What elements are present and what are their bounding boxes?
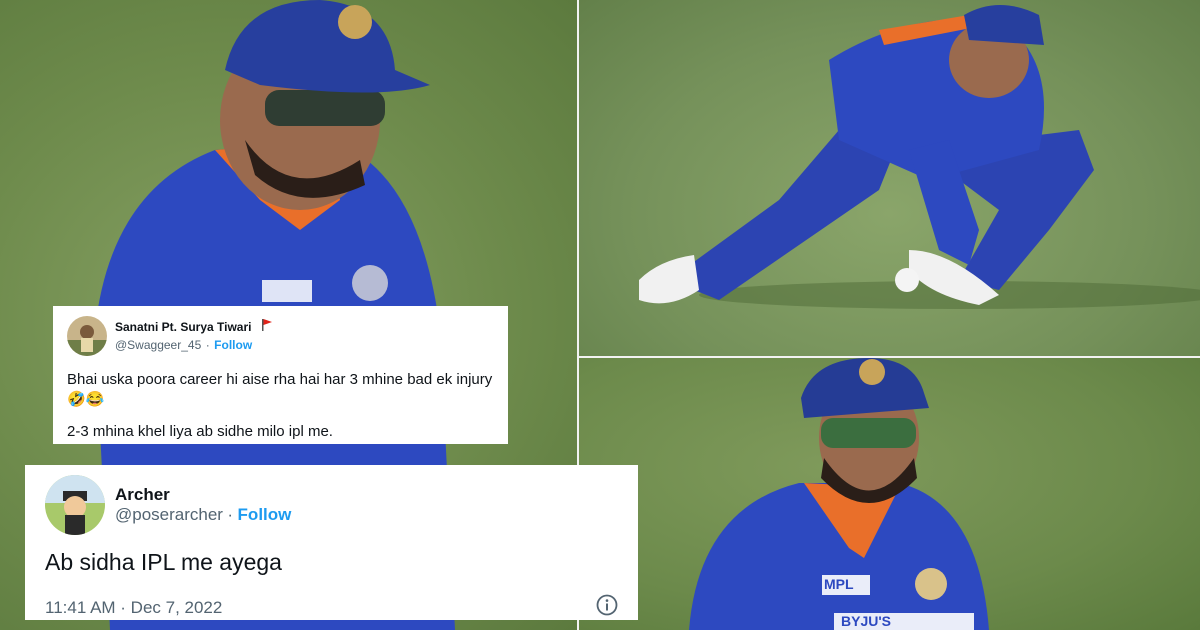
flag-icon: [261, 318, 272, 336]
tweet-text: Ab sidha IPL me ayega: [45, 549, 282, 575]
jersey-sponsor-mpl: MPL: [824, 576, 854, 592]
tweet-meta: 11:41 AM · Dec 7, 2022: [45, 594, 618, 621]
follow-button[interactable]: Follow: [238, 505, 292, 524]
tweet-header: Archer @poserarcher · Follow: [45, 475, 618, 535]
author-handle[interactable]: @Swaggeer_45: [115, 338, 201, 352]
separator-dot: ·: [227, 505, 234, 524]
follow-button[interactable]: Follow: [214, 338, 252, 352]
avatar[interactable]: [45, 475, 105, 535]
tweet-card-surya-tiwari: Sanatni Pt. Surya Tiwari @Swaggeer_45 · …: [53, 306, 508, 444]
tweet-line-2: 2-3 mhina khel liya ab sidhe milo ipl me…: [67, 423, 333, 440]
author-handle[interactable]: @poserarcher: [115, 505, 223, 524]
panel-divider-horizontal: [579, 356, 1200, 358]
tweet-line-1: Bhai uska poora career hi aise rha hai h…: [67, 371, 493, 408]
tweet-timestamp[interactable]: 11:41 AM · Dec 7, 2022: [45, 598, 222, 618]
jersey-sponsor-byjus: BYJU'S: [841, 613, 892, 629]
player-diving-illustration: [639, 5, 1200, 309]
avatar-image: [45, 475, 105, 535]
avatar[interactable]: [67, 316, 107, 356]
tweet-text: Bhai uska poora career hi aise rha hai h…: [67, 370, 494, 442]
player-standing-illustration: [689, 358, 989, 630]
avatar-image: [67, 316, 107, 356]
separator-dot: ·: [205, 338, 210, 352]
tweet-header: Sanatni Pt. Surya Tiwari @Swaggeer_45 · …: [67, 316, 494, 356]
author-name[interactable]: Sanatni Pt. Surya Tiwari: [115, 320, 252, 334]
photo-player-diving: [579, 0, 1200, 356]
photo-player-standing: MPL BYJU'S: [579, 358, 1200, 630]
info-icon[interactable]: [596, 594, 618, 621]
author-name[interactable]: Archer: [115, 485, 291, 505]
tweet-card-archer: Archer @poserarcher · Follow Ab sidha IP…: [25, 465, 638, 620]
